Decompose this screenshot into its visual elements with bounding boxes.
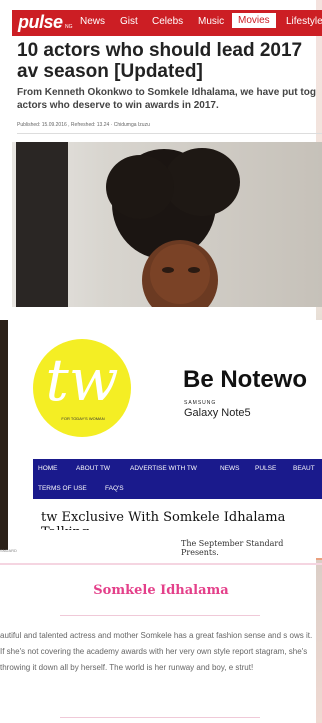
pulse-navbar: pulse NG News Gist Celebs Music Movies L… [12, 10, 322, 36]
nav-gist[interactable]: Gist [120, 16, 138, 27]
tw-logo-text: tw [45, 346, 119, 414]
september-presents: The September Standard Presents. [181, 539, 284, 557]
divider [17, 133, 322, 134]
profile-name: Somkele Idhalama [93, 583, 229, 598]
tw-nav-advertise[interactable]: ADVERTISE WITH TW [130, 465, 197, 472]
divider [0, 563, 322, 565]
nav-celebs[interactable]: Celebs [152, 16, 183, 27]
nav-movies[interactable]: Movies [232, 13, 276, 28]
tw-nav-home[interactable]: HOME [38, 465, 58, 472]
tw-nav-beauty[interactable]: BEAUT [293, 465, 315, 472]
pulse-logo[interactable]: pulse [18, 12, 63, 33]
nav-music[interactable]: Music [198, 16, 224, 27]
banner-ad-text[interactable]: Be Notewo [183, 366, 307, 394]
pulse-logo-sub: NG [65, 24, 73, 30]
nav-news[interactable]: News [80, 16, 105, 27]
profile-paragraph: autiful and talented actress and mother … [0, 631, 313, 672]
photo-shadow [16, 142, 68, 307]
september-label: SNDARD [0, 548, 17, 553]
article-headline[interactable]: 10 actors who should lead 2017 av season… [17, 40, 322, 82]
tw-logo-tagline: FOR TODAY'S WOMAN [61, 416, 105, 421]
tw-nav-faqs[interactable]: FAQ'S [105, 485, 124, 492]
banner-samsung: SAMSUNG [184, 400, 217, 406]
nav-lifestyle[interactable]: Lifestyle [286, 16, 322, 27]
tw-nav-pulse[interactable]: PULSE [255, 465, 276, 472]
divider [60, 717, 260, 718]
tw-navbar: HOME ABOUT TW ADVERTISE WITH TW NEWS PUL… [33, 459, 322, 499]
tw-nav-terms[interactable]: TERMS OF USE [38, 485, 87, 492]
tw-nav-news[interactable]: NEWS [220, 465, 240, 472]
article-subhead: From Kenneth Okonkwo to Somkele Idhalama… [17, 87, 316, 111]
banner-galaxy: Galaxy Note5 [184, 407, 251, 419]
article-meta: Published: 15.09.2016 , Refreshed: 13.24… [17, 122, 150, 128]
tw-photo-edge [0, 320, 8, 550]
divider [60, 615, 260, 616]
tw-nav-about[interactable]: ABOUT TW [76, 465, 110, 472]
